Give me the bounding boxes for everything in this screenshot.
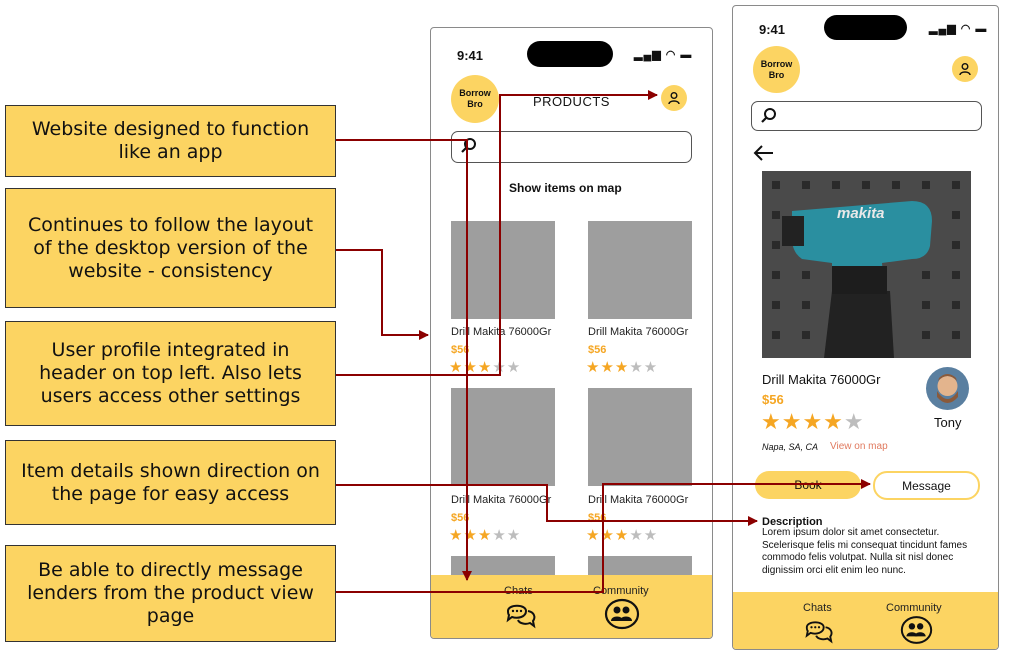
owner-name: Tony <box>934 415 962 430</box>
products-phone-screen: 9:41 ▂▄▆ ◠ ▬ Borrow Bro PRODUCTS Show ite… <box>430 27 713 639</box>
product-price: $56 <box>451 344 470 356</box>
callout-direct-message: Be able to directly message lenders from… <box>5 545 336 642</box>
user-icon <box>668 92 680 105</box>
status-icons: ▂▄▆ ◠ ▬ <box>929 23 988 35</box>
profile-button[interactable] <box>661 85 687 111</box>
callout-user-profile: User profile integrated in header on top… <box>5 321 336 426</box>
message-button[interactable]: Message <box>873 471 980 500</box>
description-text: Lorem ipsum dolor sit amet consectetur. … <box>762 527 968 576</box>
community-icon[interactable] <box>900 615 933 645</box>
product-name[interactable]: Drill Makita 76000Gr <box>588 326 688 338</box>
owner-avatar[interactable] <box>926 367 969 410</box>
callout-item-details: Item details shown direction on the page… <box>5 440 336 525</box>
search-input[interactable] <box>451 131 692 163</box>
view-on-map-link[interactable]: View on map <box>830 441 888 452</box>
tab-community-label[interactable]: Community <box>886 602 942 614</box>
product-image[interactable] <box>588 388 692 486</box>
location-text: Napa, SA, CA <box>762 442 819 452</box>
profile-button[interactable] <box>952 56 978 82</box>
product-rating: ★★★★★ <box>449 359 522 376</box>
status-time: 9:41 <box>457 48 484 63</box>
page-title: PRODUCTS <box>533 94 610 109</box>
search-icon <box>761 108 776 123</box>
phone-notch <box>527 41 613 67</box>
product-brand-label: makita <box>837 205 885 222</box>
user-icon <box>959 63 971 76</box>
chat-icon[interactable] <box>803 616 835 646</box>
search-input[interactable] <box>751 101 982 131</box>
callout-layout-consistency: Continues to follow the layout of the de… <box>5 188 336 308</box>
product-name[interactable]: Drill Makita 76000Gr <box>588 494 688 506</box>
arrow-layout-consistency <box>336 249 429 340</box>
product-price: $56 <box>451 512 470 524</box>
back-arrow-icon[interactable] <box>753 144 775 162</box>
product-name: Drill Makita 76000Gr <box>762 372 881 387</box>
bottom-nav: Chats Community <box>733 592 998 649</box>
product-price: $56 <box>762 392 784 407</box>
search-icon <box>461 138 476 153</box>
product-image[interactable] <box>588 221 692 319</box>
callout-app-design: Website designed to function like an app <box>5 105 336 177</box>
product-price: $56 <box>588 344 607 356</box>
borrow-bro-logo[interactable]: Borrow Bro <box>451 75 499 123</box>
show-items-on-map-link[interactable]: Show items on map <box>509 181 622 195</box>
tab-chats-label[interactable]: Chats <box>504 585 533 597</box>
product-name[interactable]: Drill Makita 76000Gr <box>451 494 551 506</box>
product-rating: ★★★★★ <box>449 527 522 544</box>
product-rating: ★★★★★ <box>761 409 865 434</box>
product-rating: ★★★★★ <box>586 527 659 544</box>
chat-icon[interactable] <box>504 599 538 631</box>
book-button[interactable]: Book <box>755 471 861 499</box>
status-time: 9:41 <box>759 22 786 37</box>
product-price: $56 <box>588 512 607 524</box>
product-name[interactable]: Drill Makita 76000Gr <box>451 326 551 338</box>
product-photo <box>762 171 971 358</box>
product-image[interactable] <box>451 221 555 319</box>
borrow-bro-logo[interactable]: Borrow Bro <box>753 46 800 93</box>
tab-chats-label[interactable]: Chats <box>803 602 832 614</box>
tab-community-label[interactable]: Community <box>593 585 649 597</box>
product-detail-phone-screen: 9:41 ▂▄▆ ◠ ▬ Borrow Bro makita Drill Maki… <box>732 5 999 650</box>
community-icon[interactable] <box>604 598 640 630</box>
bottom-nav: Chats Community <box>431 575 712 638</box>
product-image[interactable] <box>451 388 555 486</box>
phone-notch <box>824 15 907 40</box>
product-rating: ★★★★★ <box>586 359 659 376</box>
status-icons: ▂▄▆ ◠ ▬ <box>634 49 693 61</box>
